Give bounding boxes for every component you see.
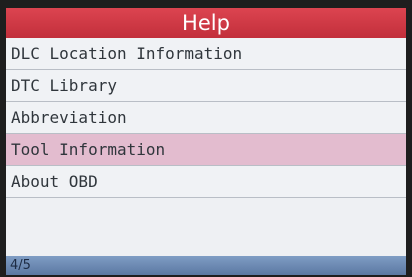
menu-item-about-obd[interactable]: About OBD [6, 166, 406, 198]
status-bar: 4/5 [6, 256, 406, 275]
menu-item-tool-information[interactable]: Tool Information [6, 134, 406, 166]
menu-item-dtc-library[interactable]: DTC Library [6, 70, 406, 102]
page-indicator: 4/5 [10, 258, 31, 273]
device-bezel: Help DLC Location Information DTC Librar… [0, 0, 412, 277]
device-screen: Help DLC Location Information DTC Librar… [6, 8, 406, 275]
help-menu: DLC Location Information DTC Library Abb… [6, 38, 406, 198]
title-bar: Help [6, 8, 406, 38]
menu-item-dlc-location-information[interactable]: DLC Location Information [6, 38, 406, 70]
menu-item-abbreviation[interactable]: Abbreviation [6, 102, 406, 134]
